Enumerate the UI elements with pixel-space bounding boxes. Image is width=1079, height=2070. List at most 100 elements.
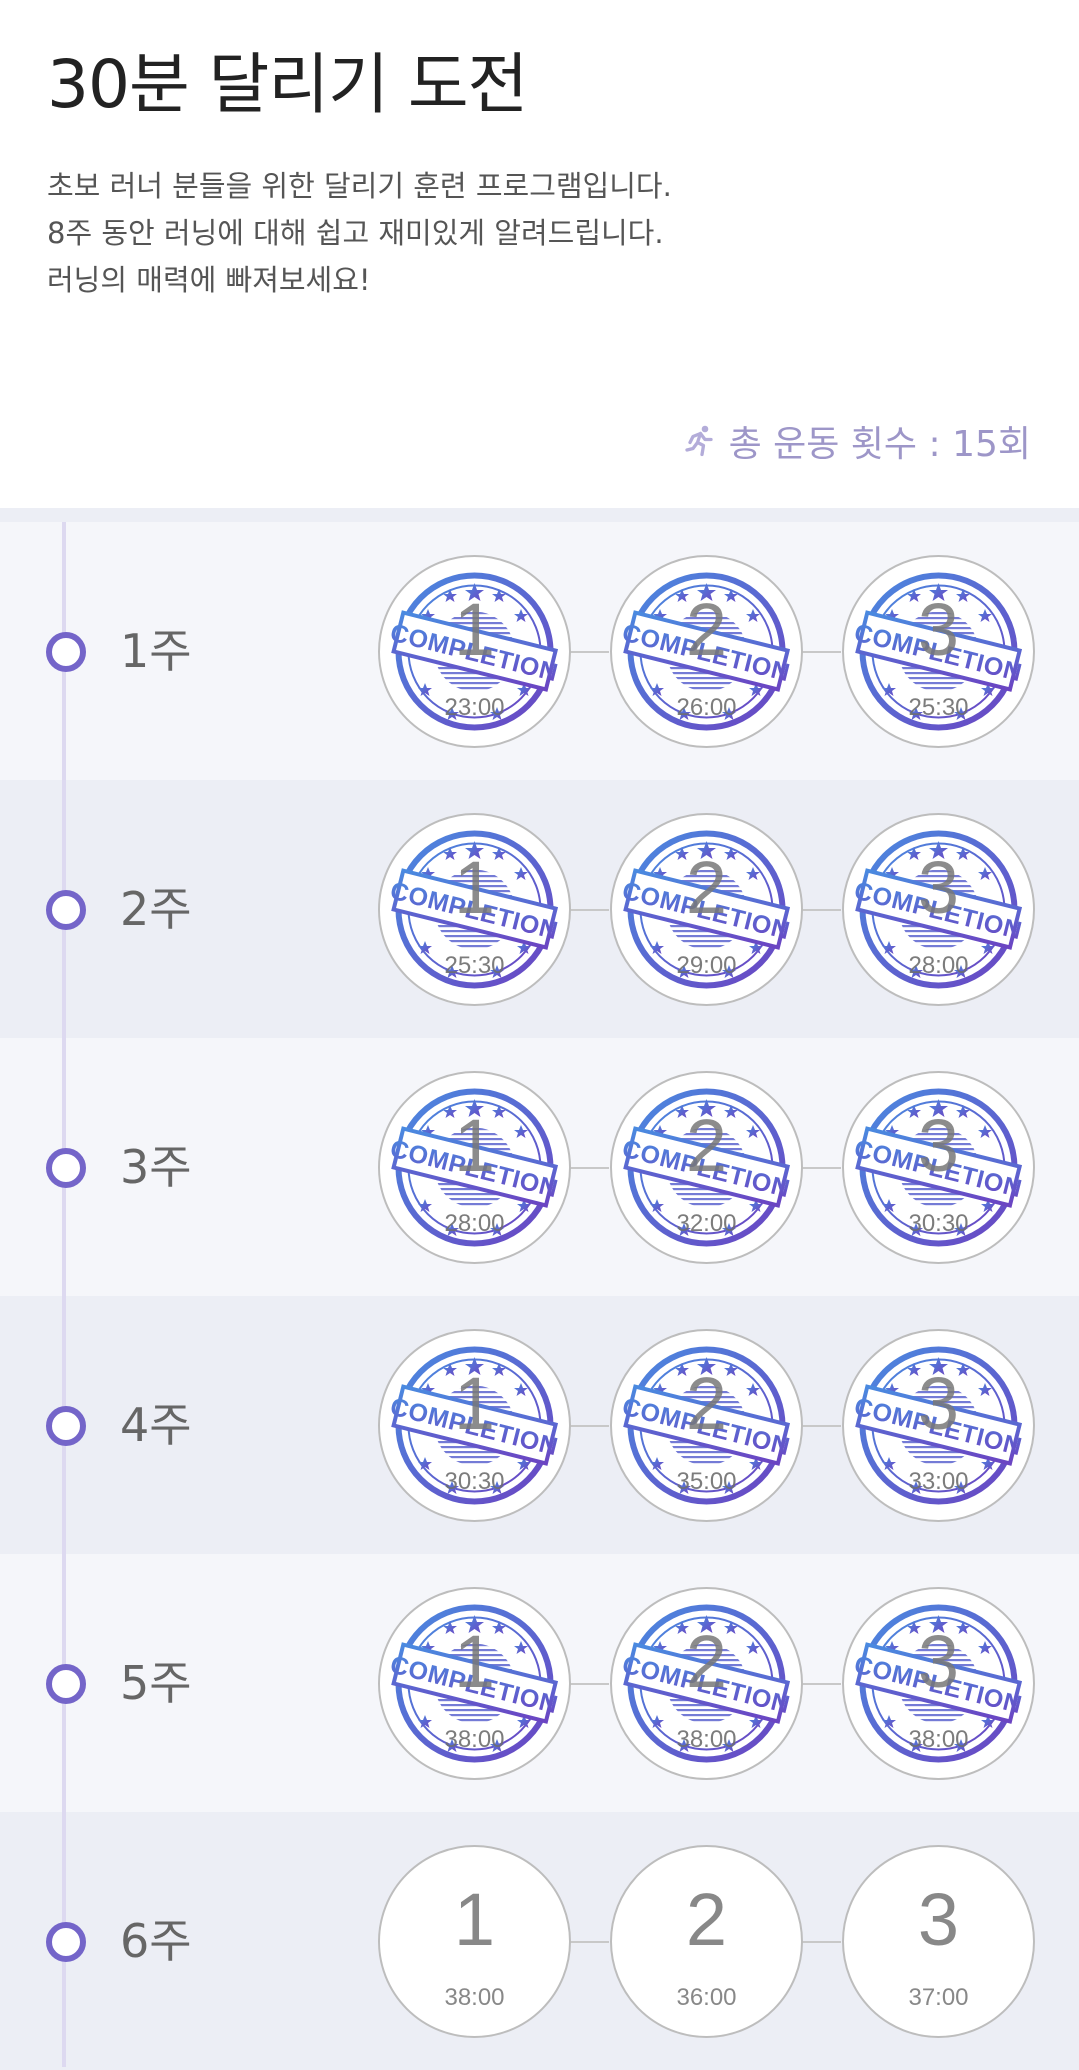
session-number: 3 <box>917 1878 960 1961</box>
session-number: 2 <box>685 1878 728 1961</box>
session-time: 30:30 <box>444 1468 505 1495</box>
session-stamp-completed[interactable]: COMPLETION 2 35:00 <box>610 1329 803 1522</box>
week-row: 3주 COMPLETION 1 28:00 COMPLETION 2 32:00 COMPLE… <box>0 1038 1079 1296</box>
total-workouts-label: 총 운동 횟수 : 15회 <box>728 424 1031 465</box>
session-stamp-completed[interactable]: COMPLETION 2 26:00 <box>610 555 803 748</box>
week-row: 2주 COMPLETION 1 25:30 COMPLETION 2 29:00 COMPLE… <box>0 780 1079 1038</box>
session-time: 33:00 <box>908 1468 969 1495</box>
runner-icon <box>684 425 713 457</box>
session-number: 3 <box>917 588 960 671</box>
timeline-line <box>62 522 66 2067</box>
session-time: 25:30 <box>908 694 969 721</box>
session-number: 3 <box>917 1620 960 1703</box>
session-number: 2 <box>685 1362 728 1445</box>
session-stamp-completed[interactable]: COMPLETION 1 23:00 <box>378 555 571 748</box>
session-time: 28:00 <box>444 1210 505 1237</box>
timeline-dot <box>46 1406 86 1446</box>
session-time: 23:00 <box>444 694 505 721</box>
week-label: 3주 <box>120 1140 192 1194</box>
session-stamp-completed[interactable]: COMPLETION 3 28:00 <box>842 813 1035 1006</box>
session-connector <box>801 1425 841 1427</box>
session-stamp-completed[interactable]: COMPLETION 2 38:00 <box>610 1587 803 1780</box>
session-time: 25:30 <box>444 952 505 979</box>
session-stamp[interactable]: 2 36:00 <box>610 1845 803 2038</box>
session-stamp-completed[interactable]: COMPLETION 1 38:00 <box>378 1587 571 1780</box>
session-number: 1 <box>453 846 496 929</box>
timeline-dot <box>46 1922 86 1962</box>
session-number: 1 <box>453 1878 496 1961</box>
session-stamp-completed[interactable]: COMPLETION 3 25:30 <box>842 555 1035 748</box>
session-connector <box>569 1425 609 1427</box>
session-connector <box>569 651 609 653</box>
session-list: 1 38:00 2 36:00 3 37:00 <box>378 1845 1035 2038</box>
week-row: 1주 COMPLETION 1 23:00 COMPLETION 2 26:00 COMPLE… <box>0 522 1079 780</box>
session-number: 2 <box>685 1104 728 1187</box>
timeline-dot <box>46 1664 86 1704</box>
session-time: 38:00 <box>676 1726 737 1753</box>
session-number: 3 <box>917 1104 960 1187</box>
session-time: 30:30 <box>908 1210 969 1237</box>
session-number: 1 <box>453 1362 496 1445</box>
description-line: 8주 동안 러닝에 대해 쉽고 재미있게 알려드립니다. <box>47 216 664 250</box>
session-number: 2 <box>685 1620 728 1703</box>
session-number: 2 <box>685 588 728 671</box>
session-number: 3 <box>917 1362 960 1445</box>
session-time: 37:00 <box>908 1984 969 2011</box>
session-list: COMPLETION 1 28:00 COMPLETION 2 32:00 COMPLETI… <box>378 1071 1035 1264</box>
session-list: COMPLETION 1 23:00 COMPLETION 2 26:00 COMPLETI… <box>378 555 1035 748</box>
week-row: 5주 COMPLETION 1 38:00 COMPLETION 2 38:00 COMPLE… <box>0 1554 1079 1812</box>
session-stamp-completed[interactable]: COMPLETION 2 32:00 <box>610 1071 803 1264</box>
session-stamp[interactable]: 3 37:00 <box>842 1845 1035 2038</box>
session-connector <box>801 1941 841 1943</box>
session-time: 28:00 <box>908 952 969 979</box>
session-list: COMPLETION 1 25:30 COMPLETION 2 29:00 COMPLETI… <box>378 813 1035 1006</box>
description-line: 러닝의 매력에 빠져보세요! <box>47 263 371 297</box>
week-list: 1주 COMPLETION 1 23:00 COMPLETION 2 26:00 COMPLE… <box>0 522 1079 2070</box>
session-number: 1 <box>453 588 496 671</box>
page-title: 30분 달리기 도전 <box>47 46 528 123</box>
session-time: 29:00 <box>676 952 737 979</box>
week-label: 1주 <box>120 624 192 678</box>
session-time: 36:00 <box>676 1984 737 2011</box>
session-time: 38:00 <box>908 1726 969 1753</box>
session-stamp-completed[interactable]: COMPLETION 1 25:30 <box>378 813 571 1006</box>
session-number: 3 <box>917 846 960 929</box>
session-list: COMPLETION 1 30:30 COMPLETION 2 35:00 COMPLETI… <box>378 1329 1035 1522</box>
session-time: 35:00 <box>676 1468 737 1495</box>
session-number: 1 <box>453 1620 496 1703</box>
week-row: 4주 COMPLETION 1 30:30 COMPLETION 2 35:00 COMPLE… <box>0 1296 1079 1554</box>
session-time: 38:00 <box>444 1984 505 2011</box>
session-time: 26:00 <box>676 694 737 721</box>
session-connector <box>801 909 841 911</box>
session-connector <box>569 1941 609 1943</box>
session-connector <box>801 651 841 653</box>
session-list: COMPLETION 1 38:00 COMPLETION 2 38:00 COMPLETI… <box>378 1587 1035 1780</box>
session-connector <box>801 1683 841 1685</box>
session-stamp-completed[interactable]: COMPLETION 2 29:00 <box>610 813 803 1006</box>
program-description: 초보 러너 분들을 위한 달리기 훈련 프로그램입니다. 8주 동안 러닝에 대… <box>47 163 947 304</box>
session-connector <box>569 1683 609 1685</box>
session-stamp-completed[interactable]: COMPLETION 3 30:30 <box>842 1071 1035 1264</box>
week-label: 2주 <box>120 882 192 936</box>
timeline-dot <box>46 1148 86 1188</box>
session-number: 2 <box>685 846 728 929</box>
session-stamp-completed[interactable]: COMPLETION 3 33:00 <box>842 1329 1035 1522</box>
session-time: 32:00 <box>676 1210 737 1237</box>
session-stamp-completed[interactable]: COMPLETION 1 28:00 <box>378 1071 571 1264</box>
session-connector <box>569 909 609 911</box>
header: 30분 달리기 도전 초보 러너 분들을 위한 달리기 훈련 프로그램입니다. … <box>0 0 1079 508</box>
week-label: 4주 <box>120 1398 192 1452</box>
week-row: 6주 1 38:00 2 36:00 3 37:00 <box>0 1812 1079 2070</box>
session-stamp-completed[interactable]: COMPLETION 3 38:00 <box>842 1587 1035 1780</box>
session-connector <box>569 1167 609 1169</box>
session-stamp-completed[interactable]: COMPLETION 1 30:30 <box>378 1329 571 1522</box>
timeline-dot <box>46 632 86 672</box>
timeline-dot <box>46 890 86 930</box>
total-workouts: 총 운동 횟수 : 15회 <box>681 415 1031 467</box>
week-label: 5주 <box>120 1656 192 1710</box>
description-line: 초보 러너 분들을 위한 달리기 훈련 프로그램입니다. <box>47 169 672 203</box>
section-divider <box>0 508 1079 522</box>
session-connector <box>801 1167 841 1169</box>
session-number: 1 <box>453 1104 496 1187</box>
session-stamp[interactable]: 1 38:00 <box>378 1845 571 2038</box>
